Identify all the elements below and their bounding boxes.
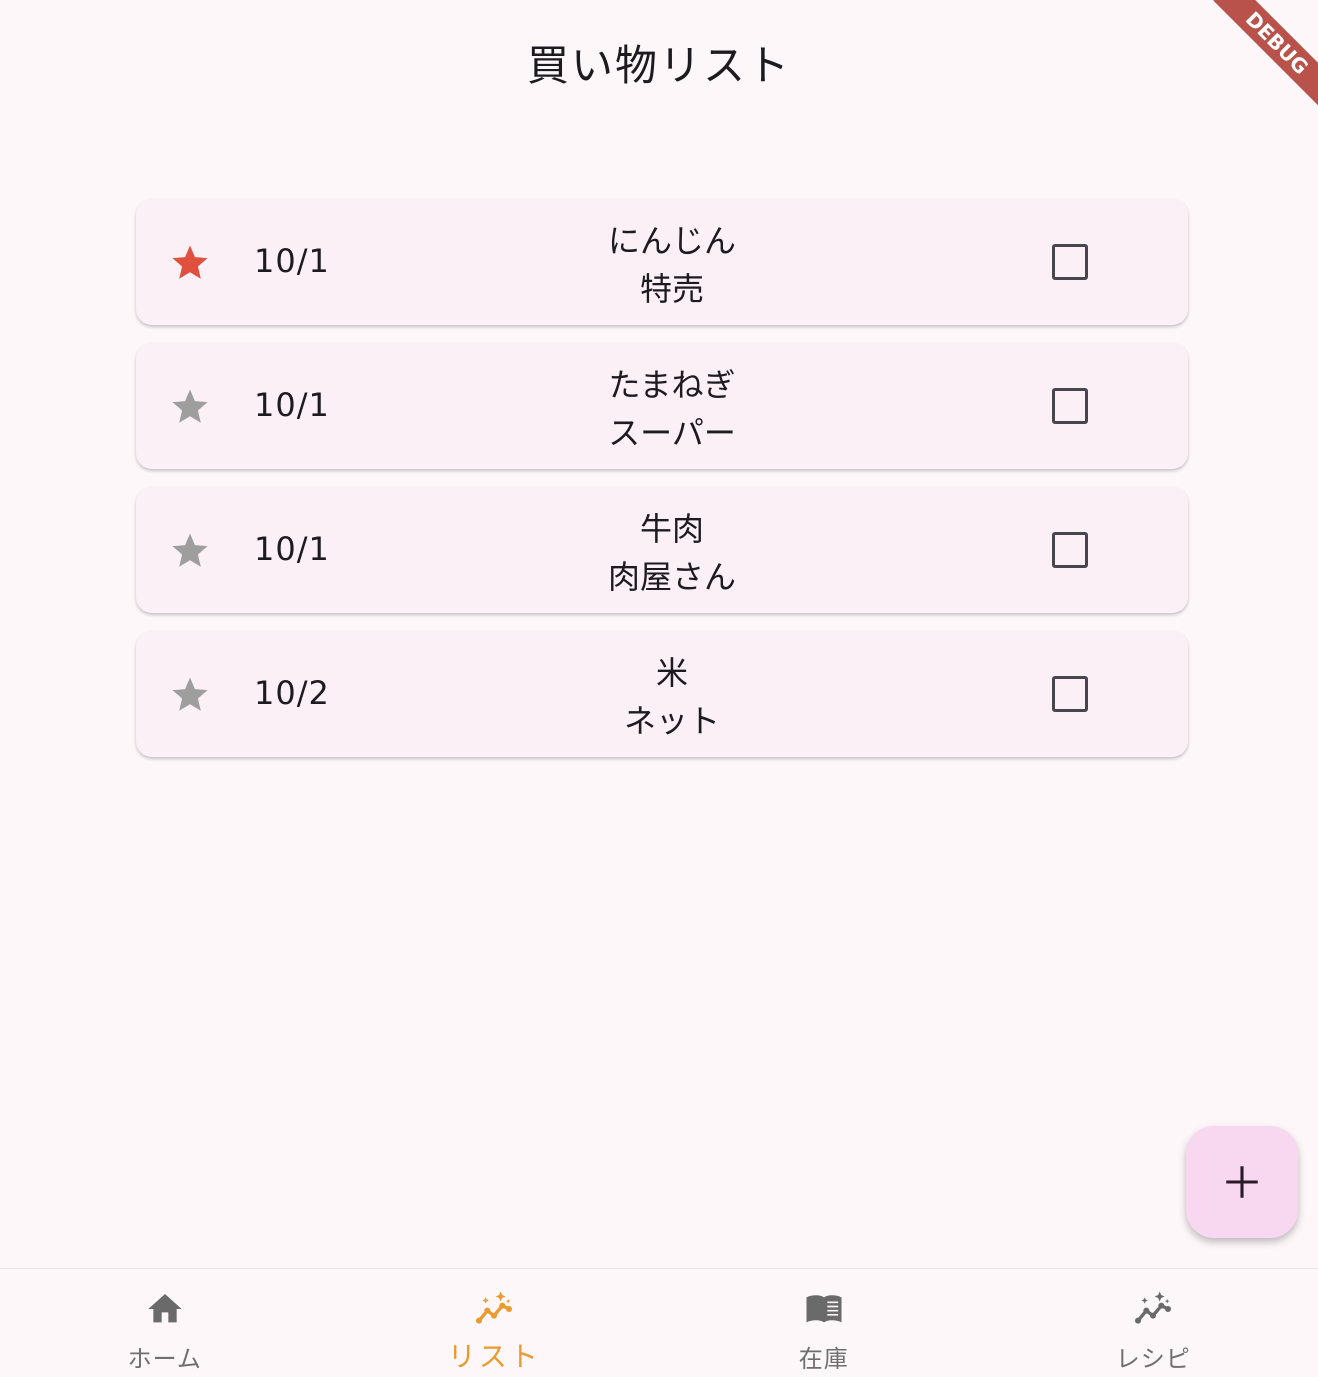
nav-item-list[interactable]: リスト	[330, 1269, 660, 1377]
star-shape	[173, 534, 208, 567]
item-name: 牛肉	[522, 505, 822, 553]
item-checkbox[interactable]	[1052, 388, 1088, 424]
item-note: スーパー	[522, 409, 822, 457]
item-text: たまねぎ スーパー	[522, 361, 822, 457]
list-item[interactable]: 10/1 牛肉 肉屋さん	[136, 487, 1188, 613]
list-item[interactable]: 10/2 米 ネット	[136, 631, 1188, 757]
sparkle-chart-icon	[472, 1289, 516, 1329]
nav-label: 在庫	[659, 1339, 989, 1374]
star-shape	[173, 246, 208, 279]
plus-icon	[1225, 1165, 1259, 1199]
page-title: 買い物リスト	[0, 32, 1318, 93]
bottom-navigation: ホーム リスト	[0, 1268, 1318, 1377]
star-icon[interactable]	[169, 674, 211, 716]
list-item[interactable]: 10/1 にんじん 特売	[136, 199, 1188, 325]
nav-label: ホーム	[0, 1339, 330, 1374]
item-text: 牛肉 肉屋さん	[522, 505, 822, 601]
item-note: ネット	[522, 697, 822, 745]
star-icon[interactable]	[169, 242, 211, 284]
item-checkbox[interactable]	[1052, 244, 1088, 280]
star-shape	[173, 390, 208, 423]
nav-item-home[interactable]: ホーム	[0, 1269, 330, 1377]
item-date: 10/1	[254, 383, 330, 427]
item-checkbox[interactable]	[1052, 532, 1088, 568]
item-checkbox[interactable]	[1052, 676, 1088, 712]
nav-item-inventory[interactable]: 在庫	[659, 1269, 989, 1377]
home-icon	[143, 1289, 187, 1329]
item-date: 10/1	[254, 239, 330, 283]
item-note: 特売	[522, 265, 822, 313]
item-text: にんじん 特売	[522, 217, 822, 313]
item-text: 米 ネット	[522, 649, 822, 745]
nav-label: レシピ	[989, 1339, 1318, 1374]
item-name: にんじん	[522, 217, 822, 265]
nav-item-recipe[interactable]: レシピ	[989, 1269, 1318, 1377]
add-item-button[interactable]	[1186, 1126, 1298, 1238]
item-note: 肉屋さん	[522, 553, 822, 601]
item-date: 10/1	[254, 527, 330, 571]
item-name: 米	[522, 649, 822, 697]
star-icon[interactable]	[169, 386, 211, 428]
star-shape	[173, 678, 208, 711]
item-name: たまねぎ	[522, 361, 822, 409]
book-icon	[802, 1289, 846, 1329]
shopping-list: 10/1 にんじん 特売 10/1 たまねぎ スーパー 10/1 牛肉 肉屋さん	[136, 199, 1188, 775]
sparkle-chart-icon	[1131, 1289, 1175, 1329]
list-item[interactable]: 10/1 たまねぎ スーパー	[136, 343, 1188, 469]
item-date: 10/2	[254, 671, 330, 715]
nav-label: リスト	[330, 1335, 660, 1375]
star-icon[interactable]	[169, 530, 211, 572]
